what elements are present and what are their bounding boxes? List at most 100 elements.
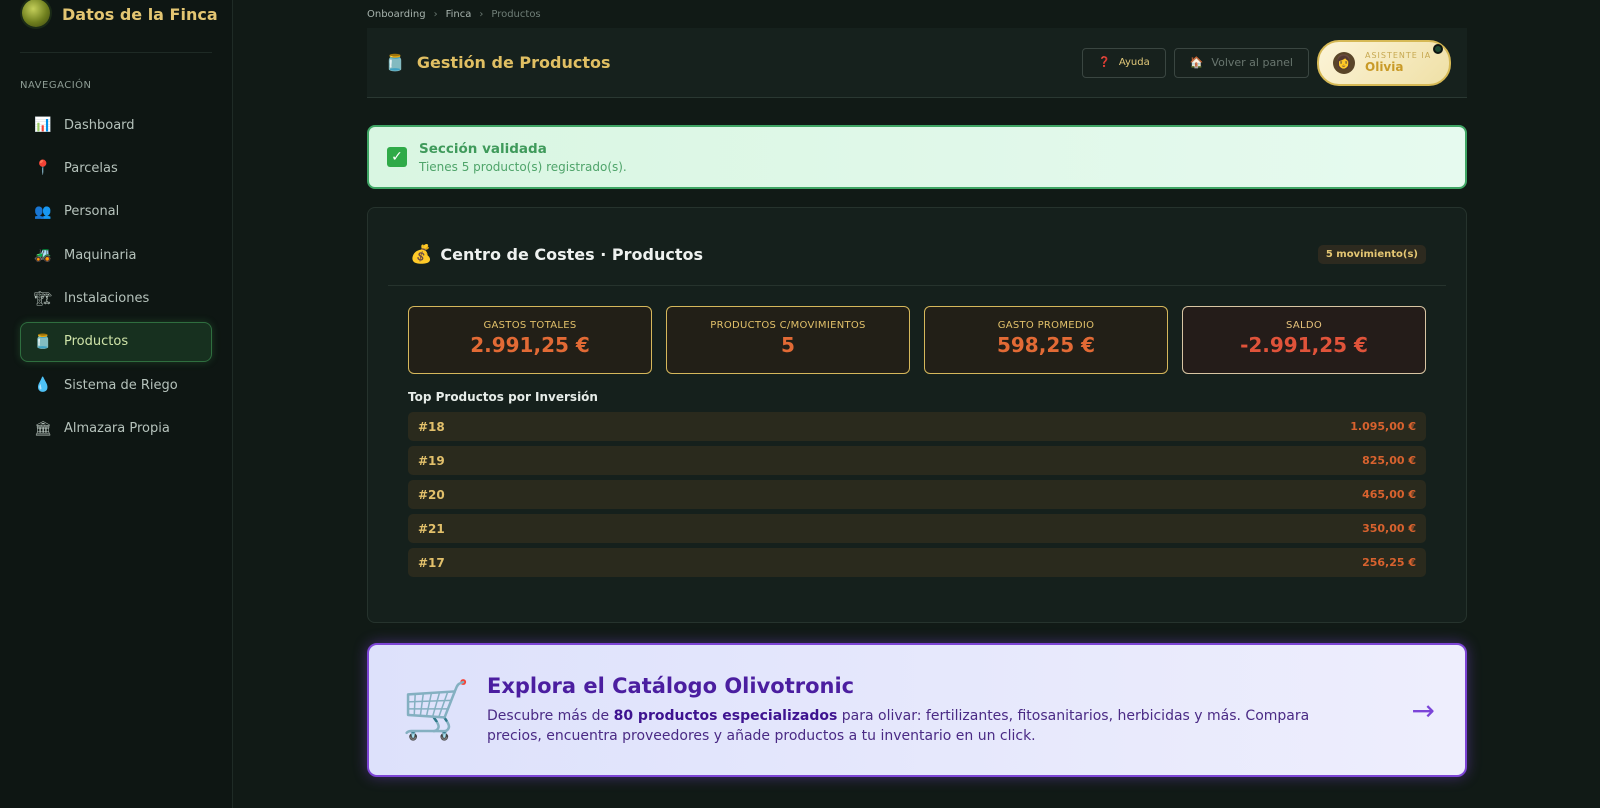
top-products-title: Top Productos por Inversión xyxy=(408,390,598,404)
assistant-name: Olivia xyxy=(1365,60,1404,74)
jar-icon: 🫙 xyxy=(385,53,405,72)
sidebar-item-almazara-propia[interactable]: 🏛 Almazara Propia xyxy=(20,409,212,449)
sidebar-item-instalaciones[interactable]: 🏗 Instalaciones xyxy=(20,279,212,319)
product-id: #18 xyxy=(418,419,445,434)
sidebar-item-productos[interactable]: 🫙 Productos xyxy=(20,321,212,362)
brand: Datos de la Finca xyxy=(0,0,232,32)
stat-label: SALDO xyxy=(1285,320,1323,331)
stat-average-expense: GASTO PROMEDIO 598,25 € xyxy=(924,306,1168,374)
catalog-title: Explora el Catálogo Olivotronic xyxy=(487,674,855,698)
sidebar-item-label: Parcelas xyxy=(64,160,118,176)
building-icon: 🏛 xyxy=(34,420,52,437)
product-amount: 465,00 € xyxy=(1362,488,1416,501)
cost-center-header: 💰 Centro de Costes · Productos 5 movimie… xyxy=(388,208,1446,286)
movements-badge: 5 movimiento(s) xyxy=(1317,245,1426,264)
sidebar-item-dashboard[interactable]: 📊 Dashboard xyxy=(20,105,212,145)
house-icon: 🏠 xyxy=(1189,56,1204,69)
header-actions: ❓ Ayuda 🏠 Volver al panel 👩 ASISTENTE IA… xyxy=(1082,39,1451,86)
alert-text: Sección validada Tienes 5 producto(s) re… xyxy=(419,141,627,174)
tractor-icon: 🚜 xyxy=(34,247,52,264)
main-content: Onboarding › Finca › Productos 🫙 Gestión… xyxy=(367,0,1467,777)
assistant-caption: ASISTENTE IA xyxy=(1365,51,1432,60)
breadcrumb-item-onboarding[interactable]: Onboarding xyxy=(367,9,426,20)
shopping-cart-icon: 🛒 xyxy=(401,678,471,743)
chevron-right-icon: › xyxy=(433,8,438,20)
sidebar-item-sistema-de-riego[interactable]: 💧 Sistema de Riego xyxy=(20,365,212,405)
check-icon: ✓ xyxy=(387,147,407,167)
product-id: #17 xyxy=(418,555,445,570)
page-header: 🫙 Gestión de Productos ❓ Ayuda 🏠 Volver … xyxy=(367,28,1467,98)
cost-center-card: 💰 Centro de Costes · Productos 5 movimie… xyxy=(367,207,1467,623)
droplet-icon: 💧 xyxy=(34,377,52,394)
chevron-right-icon: › xyxy=(479,8,484,20)
arrow-right-icon[interactable]: → xyxy=(1395,694,1435,727)
assistant-text: ASISTENTE IA Olivia xyxy=(1365,51,1431,74)
construction-icon: 🏗 xyxy=(34,290,52,307)
product-id: #20 xyxy=(418,487,445,502)
sidebar-item-label: Sistema de Riego xyxy=(64,377,178,393)
stat-value: 598,25 € xyxy=(996,333,1096,357)
brand-title: Datos de la Finca xyxy=(62,4,218,24)
stat-label: GASTO PROMEDIO xyxy=(997,320,1095,331)
money-bag-icon: 💰 xyxy=(410,244,433,265)
back-to-panel-button[interactable]: 🏠 Volver al panel xyxy=(1173,47,1309,78)
sidebar-item-parcelas[interactable]: 📍 Parcelas xyxy=(20,148,212,188)
top-products-list: #18 1.095,00 € #19 825,00 € #20 465,00 €… xyxy=(408,412,1426,577)
product-amount: 350,00 € xyxy=(1362,522,1416,535)
stat-balance: SALDO -2.991,25 € xyxy=(1182,306,1426,374)
sidebar-item-label: Instalaciones xyxy=(64,291,150,307)
sidebar-item-label: Dashboard xyxy=(64,117,135,133)
catalog-banner[interactable]: 🛒 Explora el Catálogo Olivotronic Descub… xyxy=(367,643,1467,777)
product-amount: 825,00 € xyxy=(1362,454,1416,467)
list-item: #18 1.095,00 € xyxy=(408,412,1426,441)
page-title: 🫙 Gestión de Productos xyxy=(385,53,611,72)
page-title-text: Gestión de Productos xyxy=(416,53,611,72)
list-item: #20 465,00 € xyxy=(408,480,1426,509)
jar-icon: 🫙 xyxy=(34,333,52,350)
stat-products-with-movements: PRODUCTOS C/MOVIMIENTOS 5 xyxy=(666,306,910,374)
catalog-desc-bold: 80 productos especializados xyxy=(613,708,838,724)
cost-center-title: Centro de Costes · Productos xyxy=(440,245,703,264)
stat-total-expenses: GASTOS TOTALES 2.991,25 € xyxy=(408,306,652,374)
stat-value: -2.991,25 € xyxy=(1240,333,1368,357)
olive-logo-icon xyxy=(22,0,50,27)
ai-assistant-button[interactable]: 👩 ASISTENTE IA Olivia xyxy=(1317,39,1451,86)
stats-row: GASTOS TOTALES 2.991,25 € PRODUCTOS C/MO… xyxy=(388,306,1446,374)
stat-value: 2.991,25 € xyxy=(470,333,590,357)
back-label: Volver al panel xyxy=(1211,56,1293,69)
product-amount: 256,25 € xyxy=(1362,556,1416,569)
validation-alert: ✓ Sección validada Tienes 5 producto(s) … xyxy=(367,125,1467,189)
pin-icon: 📍 xyxy=(34,160,52,177)
alert-title: Sección validada xyxy=(419,140,547,157)
stat-value: 5 xyxy=(781,333,795,357)
breadcrumb-item-finca[interactable]: Finca xyxy=(446,9,472,20)
catalog-text: Explora el Catálogo Olivotronic Descubre… xyxy=(487,674,1395,746)
help-label: Ayuda xyxy=(1118,57,1150,68)
product-id: #19 xyxy=(418,453,445,468)
sidebar-item-label: Personal xyxy=(64,204,120,220)
nav-heading: NAVEGACIÓN xyxy=(20,80,92,91)
sidebar: Datos de la Finca NAVEGACIÓN 📊 Dashboard… xyxy=(0,0,233,808)
breadcrumb: Onboarding › Finca › Productos xyxy=(367,0,1467,28)
bar-chart-icon: 📊 xyxy=(34,117,52,133)
product-amount: 1.095,00 € xyxy=(1350,420,1416,433)
people-icon: 👥 xyxy=(34,203,52,220)
breadcrumb-item-productos: Productos xyxy=(491,8,541,20)
sidebar-item-label: Maquinaria xyxy=(64,247,137,263)
alert-subtitle: Tienes 5 producto(s) registrado(s). xyxy=(419,159,627,174)
assistant-avatar-icon: 👩 xyxy=(1333,51,1355,74)
online-status-dot xyxy=(1433,43,1443,54)
list-item: #17 256,25 € xyxy=(408,548,1426,577)
stat-label: GASTOS TOTALES xyxy=(483,320,577,331)
catalog-description: Descubre más de 80 productos especializa… xyxy=(487,706,1317,746)
sidebar-item-personal[interactable]: 👥 Personal xyxy=(20,192,212,232)
stat-label: PRODUCTOS C/MOVIMIENTOS xyxy=(710,320,866,331)
sidebar-item-maquinaria[interactable]: 🚜 Maquinaria xyxy=(20,235,212,275)
list-item: #19 825,00 € xyxy=(408,446,1426,475)
sidebar-item-label: Productos xyxy=(64,334,129,350)
product-id: #21 xyxy=(418,521,445,536)
catalog-desc-pre: Descubre más de xyxy=(487,708,614,724)
question-icon: ❓ xyxy=(1098,57,1111,68)
help-button[interactable]: ❓ Ayuda xyxy=(1082,47,1166,78)
sidebar-item-label: Almazara Propia xyxy=(64,421,170,437)
